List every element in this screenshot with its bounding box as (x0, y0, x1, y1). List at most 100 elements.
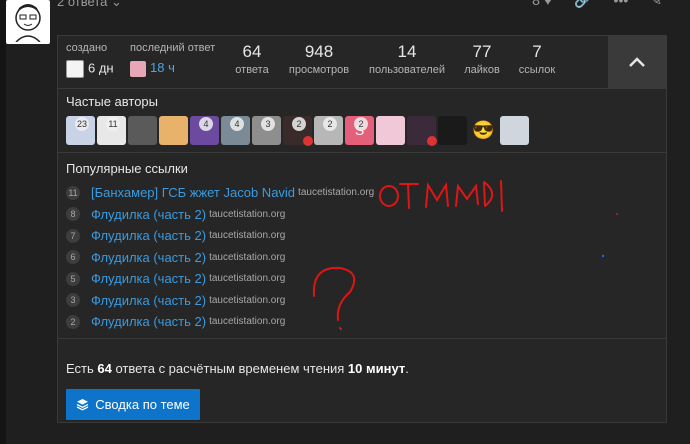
popular-link[interactable]: 11 [Банхамер] ГСБ жжет Jacob Navid tauceti… (66, 182, 374, 204)
created-value: 6 дн (88, 60, 114, 76)
link-domain: taucetistation.org (209, 251, 286, 263)
link-domain: taucetistation.org (298, 187, 375, 199)
post-controls: 2 ответа ⌄ 8 ♥ 🔗 ••• ✎ (57, 0, 690, 10)
creator-avatar[interactable] (66, 60, 84, 78)
link-click-count: 11 (66, 185, 80, 200)
popular-links-list: 11 [Банхамер] ГСБ жжет Jacob Navid tauceti… (66, 182, 374, 333)
author-avatar[interactable] (376, 116, 405, 145)
replies-toggle[interactable]: 2 ответа ⌄ (57, 0, 122, 10)
link-click-count: 2 (66, 314, 80, 329)
topic-stats: создано 6 дн последний ответ 18 ч 64 отве… (58, 36, 666, 89)
author-avatar-letter[interactable]: S2 (345, 116, 374, 145)
author-post-count: 4 (230, 117, 244, 131)
popular-link[interactable]: 6 Флудилка (часть 2) taucetistation.org (66, 247, 374, 269)
link-title[interactable]: [Банхамер] ГСБ жжет Jacob Navid (91, 185, 295, 200)
stat-value: 948 (304, 42, 334, 61)
author-post-count: 2 (323, 117, 337, 131)
section-divider (58, 152, 666, 153)
stat-value: 77 (472, 42, 492, 61)
created-value-row: 6 дн (66, 60, 114, 78)
last-reply-value-row[interactable]: 18 ч (130, 60, 215, 77)
author-post-count: 2 (292, 117, 306, 131)
author-avatar[interactable]: 2 (283, 116, 313, 146)
created-stat: создано 6 дн (66, 42, 114, 78)
author-post-count: 11 (106, 117, 120, 131)
author-avatar[interactable]: 11 (97, 116, 126, 145)
link-domain: taucetistation.org (209, 230, 286, 242)
stat-label: ссылок (518, 64, 556, 76)
link-title[interactable]: Флудилка (часть 2) (91, 293, 206, 308)
popular-link[interactable]: 7 Флудилка (часть 2) taucetistation.org (66, 225, 374, 247)
likes-count: 8 (532, 0, 540, 8)
moderator-badge (303, 136, 313, 146)
summary-replies: 64 (97, 361, 112, 376)
last-reply-stat: последний ответ 18 ч (130, 42, 215, 77)
author-avatar[interactable] (128, 116, 157, 145)
reading-time-summary: Есть 64 ответа с расчётным временем чтен… (66, 361, 409, 376)
edit-icon[interactable]: ✎ (650, 0, 662, 9)
stat-label: пользователей (369, 64, 445, 76)
link-title[interactable]: Флудилка (часть 2) (91, 228, 206, 243)
link-click-count: 8 (66, 207, 80, 222)
author-post-count: 23 (75, 117, 89, 131)
stat-value: 64 (242, 42, 262, 61)
summary-prefix: Есть (66, 361, 98, 376)
author-avatar[interactable] (500, 116, 529, 145)
author-post-count: 2 (354, 117, 368, 131)
chevron-up-icon (629, 57, 645, 67)
author-avatar[interactable]: 4 (221, 116, 250, 145)
stat-users: 14 пользователей (364, 42, 450, 76)
author-avatar[interactable]: 3 (252, 116, 281, 145)
author-avatar[interactable]: 23 (66, 116, 95, 145)
link-title[interactable]: Флудилка (часть 2) (91, 207, 206, 222)
popular-link[interactable]: 3 Флудилка (часть 2) taucetistation.org (66, 290, 374, 312)
stat-replies: 64 ответа (232, 42, 272, 76)
moderator-badge (427, 136, 437, 146)
popular-link[interactable]: 2 Флудилка (часть 2) taucetistation.org (66, 311, 374, 333)
stat-label: просмотров (288, 64, 350, 76)
link-click-count: 3 (66, 293, 80, 308)
stat-likes: 77 лайков (458, 42, 506, 76)
link-domain: taucetistation.org (209, 208, 286, 220)
more-icon[interactable]: ••• (614, 0, 629, 9)
author-avatar[interactable] (159, 116, 188, 145)
topic-summary-button[interactable]: Сводка по теме (66, 389, 200, 420)
author-avatar[interactable] (407, 116, 437, 146)
left-strip (0, 0, 6, 444)
stat-label: ответа (235, 64, 269, 76)
section-divider (58, 338, 666, 339)
poster-avatar-icon (15, 4, 41, 42)
heart-icon: ♥ (543, 0, 553, 8)
last-reply-label: последний ответ (130, 42, 216, 54)
summary-middle: ответа с расчётным временем чтения (111, 361, 348, 376)
topic-summary-button-label: Сводка по теме (95, 397, 190, 412)
replies-label: 2 ответа (57, 0, 108, 9)
author-post-count: 3 (261, 117, 275, 131)
link-icon[interactable]: 🔗 (574, 0, 591, 9)
link-click-count: 5 (66, 271, 80, 286)
link-domain: taucetistation.org (209, 294, 286, 306)
link-title[interactable]: Флудилка (часть 2) (91, 314, 206, 329)
link-click-count: 7 (66, 228, 80, 243)
layers-icon (76, 399, 89, 411)
sunglasses-emoji-avatar[interactable]: 😎 (469, 116, 498, 145)
popular-link[interactable]: 5 Флудилка (часть 2) taucetistation.org (66, 268, 374, 290)
popular-link[interactable]: 8 Флудилка (часть 2) taucetistation.org (66, 204, 374, 226)
author-avatar[interactable]: 2 (314, 116, 343, 145)
link-title[interactable]: Флудилка (часть 2) (91, 271, 206, 286)
last-replier-avatar[interactable] (130, 60, 146, 77)
like-button[interactable]: 8 ♥ (532, 0, 552, 9)
link-title[interactable]: Флудилка (часть 2) (91, 250, 206, 265)
stat-value: 14 (397, 42, 417, 61)
author-avatar[interactable]: 4 (190, 116, 219, 145)
poster-avatar[interactable] (6, 0, 50, 44)
author-post-count: 4 (199, 117, 213, 131)
last-reply-value: 18 ч (150, 60, 175, 75)
created-label: создано (66, 42, 108, 54)
stat-views: 948 просмотров (284, 42, 354, 76)
collapse-map-button[interactable] (608, 36, 666, 88)
stat-links: 7 ссылок (514, 42, 560, 76)
author-avatar[interactable] (438, 116, 467, 145)
summary-time: 10 минут (347, 361, 406, 376)
topic-map: создано 6 дн последний ответ 18 ч 64 отве… (57, 35, 667, 423)
